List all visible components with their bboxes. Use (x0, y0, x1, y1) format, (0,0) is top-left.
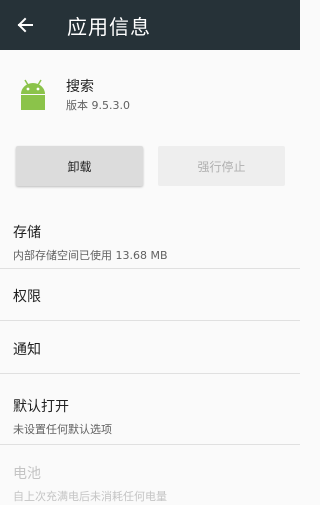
force-stop-button[interactable]: 强行停止 (158, 146, 285, 186)
battery-title: 电池 (13, 466, 41, 482)
list-item-notifications[interactable]: 通知 (0, 321, 300, 374)
storage-subtitle: 内部存储空间已使用 13.68 MB (13, 249, 168, 262)
permissions-title: 权限 (13, 289, 41, 305)
storage-title: 存储 (13, 225, 41, 241)
notifications-title: 通知 (13, 342, 41, 358)
page-title: 应用信息 (67, 14, 151, 39)
uninstall-button[interactable]: 卸载 (16, 146, 143, 186)
app-bar: 应用信息 (0, 0, 300, 50)
open-default-subtitle: 未设置任何默认选项 (13, 423, 112, 436)
list-item-storage[interactable]: 存储 内部存储空间已使用 13.68 MB (0, 200, 300, 269)
list-item-permissions[interactable]: 权限 (0, 269, 300, 321)
open-default-title: 默认打开 (13, 399, 69, 415)
list-item-open-by-default[interactable]: 默认打开 未设置任何默认选项 (0, 374, 300, 445)
back-arrow-icon[interactable] (15, 15, 35, 35)
app-header: 搜索 版本 9.5.3.0 (0, 50, 300, 146)
android-robot-icon (15, 76, 51, 112)
battery-subtitle: 自上次充满电后未消耗任何电量 (13, 490, 167, 503)
app-version: 版本 9.5.3.0 (66, 99, 130, 112)
list-item-battery[interactable]: 电池 自上次充满电后未消耗任何电量 (0, 445, 300, 505)
app-name: 搜索 (66, 79, 94, 95)
settings-list: 存储 内部存储空间已使用 13.68 MB 权限 通知 默认打开 未设置任何默认… (0, 200, 300, 505)
